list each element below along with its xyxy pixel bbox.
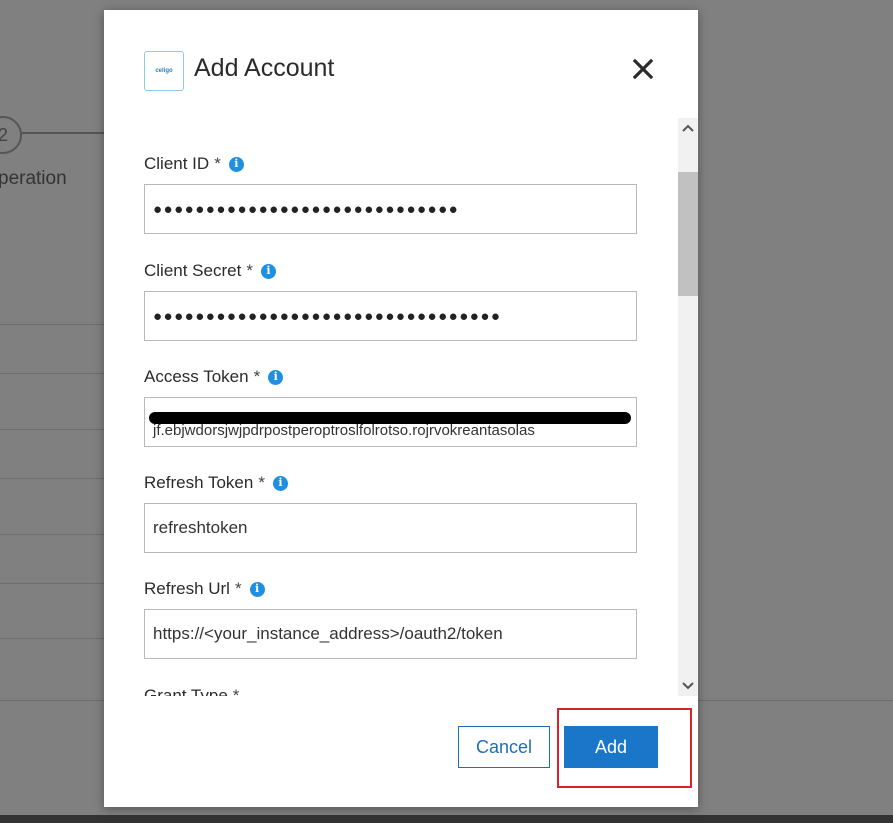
cancel-button[interactable]: Cancel	[458, 726, 550, 768]
field-label: Client Secret * i	[144, 260, 637, 282]
info-icon[interactable]: i	[268, 369, 284, 385]
required-mark: *	[214, 154, 221, 173]
background-divider	[0, 638, 110, 639]
access-token-label: Access Token	[144, 367, 249, 386]
add-account-dialog: celigo Add Account Client ID * i ●●●●●●●…	[104, 10, 698, 807]
required-mark: *	[253, 367, 261, 386]
required-mark: *	[232, 686, 240, 696]
refresh-url-input[interactable]: https://<your_instance_address>/oauth2/t…	[144, 609, 637, 659]
client-id-label: Client ID	[144, 154, 210, 173]
background-divider	[0, 429, 110, 430]
background-divider	[0, 478, 110, 479]
close-icon	[633, 59, 653, 79]
access-token-field: Access Token * i jf.ebjwdorsjwjpdrpostpe…	[144, 366, 637, 447]
step-label: peration	[0, 168, 67, 189]
field-label: Refresh Url * i	[144, 578, 637, 600]
refresh-token-field: Refresh Token * i refreshtoken	[144, 472, 637, 553]
background-divider	[0, 534, 110, 535]
highlight-annotation	[557, 708, 692, 788]
refresh-token-input[interactable]: refreshtoken	[144, 503, 637, 553]
field-label: Grant Type *	[144, 685, 637, 696]
background-bottom-bar	[0, 815, 893, 823]
info-icon[interactable]: i	[272, 475, 288, 491]
refresh-url-value: https://<your_instance_address>/oauth2/t…	[153, 624, 503, 643]
info-icon[interactable]: i	[260, 263, 276, 279]
info-icon[interactable]: i	[228, 156, 244, 172]
field-label: Client ID * i	[144, 153, 637, 175]
client-id-value: ●●●●●●●●●●●●●●●●●●●●●●●●●●●●●	[153, 200, 460, 218]
dialog-title: Add Account	[194, 54, 335, 82]
client-secret-value: ●●●●●●●●●●●●●●●●●●●●●●●●●●●●●●●●●	[153, 307, 502, 325]
refresh-url-field: Refresh Url * i https://<your_instance_a…	[144, 578, 637, 659]
grant-type-field: Grant Type *	[144, 685, 637, 696]
field-label: Access Token * i	[144, 366, 637, 388]
client-secret-input[interactable]: ●●●●●●●●●●●●●●●●●●●●●●●●●●●●●●●●●	[144, 291, 637, 341]
scroll-down-icon[interactable]	[678, 676, 698, 696]
required-mark: *	[246, 261, 253, 280]
info-icon[interactable]: i	[249, 581, 265, 597]
close-button[interactable]	[629, 55, 657, 83]
client-secret-label: Client Secret	[144, 261, 242, 280]
refresh-token-label: Refresh Token	[144, 473, 254, 492]
step-indicator: 2	[0, 116, 22, 154]
scroll-up-icon[interactable]	[678, 118, 698, 138]
background-divider	[0, 373, 110, 374]
app-logo: celigo	[144, 51, 184, 91]
background-divider	[0, 324, 110, 325]
step-connector	[22, 132, 112, 134]
scrollbar-thumb[interactable]	[678, 172, 698, 296]
logo-text: celigo	[155, 68, 173, 74]
grant-type-label: Grant Type	[144, 686, 228, 696]
required-mark: *	[234, 579, 242, 598]
refresh-url-label: Refresh Url	[144, 579, 230, 598]
required-mark: *	[258, 473, 265, 492]
form-scroll-area: Client ID * i ●●●●●●●●●●●●●●●●●●●●●●●●●●…	[104, 118, 698, 696]
access-token-input[interactable]: jf.ebjwdorsjwjpdrpostperoptroslfolrotso.…	[144, 397, 637, 447]
field-label: Refresh Token * i	[144, 472, 637, 494]
background-divider	[0, 583, 110, 584]
redaction-mark	[149, 412, 631, 424]
refresh-token-value: refreshtoken	[153, 518, 248, 537]
access-token-value: jf.ebjwdorsjwjpdrpostperoptroslfolrotso.…	[153, 421, 535, 439]
client-id-input[interactable]: ●●●●●●●●●●●●●●●●●●●●●●●●●●●●●	[144, 184, 637, 234]
form-scrollbar[interactable]	[678, 118, 698, 696]
client-secret-field: Client Secret * i ●●●●●●●●●●●●●●●●●●●●●●…	[144, 260, 637, 341]
client-id-field: Client ID * i ●●●●●●●●●●●●●●●●●●●●●●●●●●…	[144, 153, 637, 234]
